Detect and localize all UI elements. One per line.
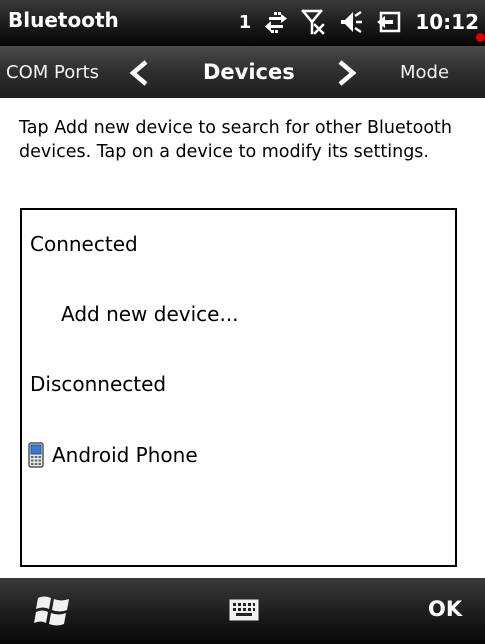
data-transfer-icon: [265, 12, 288, 33]
ok-button[interactable]: OK: [428, 597, 462, 621]
device-item[interactable]: Android Phone: [28, 442, 198, 468]
app-title: Bluetooth: [8, 8, 119, 32]
instructions-text: Tap Add new device to search for other B…: [19, 118, 452, 162]
connected-header: Connected: [30, 232, 138, 256]
signal-number: 1: [238, 11, 252, 33]
clock: 10:12: [415, 10, 479, 34]
tab-com-ports[interactable]: COM Ports: [6, 62, 99, 83]
volume-icon: [341, 10, 363, 34]
phone-icon: [28, 442, 44, 468]
tab-mode[interactable]: Mode: [400, 62, 449, 83]
no-signal-icon: [301, 9, 326, 35]
disconnected-header: Disconnected: [30, 372, 167, 396]
tab-navigation: COM Ports Devices Mode: [0, 46, 485, 98]
title-bar: Bluetooth 1 10:12: [0, 0, 485, 46]
tab-devices[interactable]: Devices: [203, 60, 295, 84]
device-list[interactable]: Connected Add new device... Disconnected…: [20, 208, 457, 567]
chevron-left-icon[interactable]: [128, 60, 150, 86]
keyboard-icon[interactable]: [229, 599, 259, 621]
content-area: Tap Add new device to search for other B…: [0, 98, 485, 578]
bottom-bar: OK: [0, 578, 485, 644]
status-icons: 1 10:12: [239, 6, 479, 38]
battery-charging-icon: [377, 11, 401, 33]
windows-start-icon[interactable]: [34, 594, 72, 628]
chevron-right-icon[interactable]: [336, 60, 358, 86]
device-name: Android Phone: [52, 443, 198, 467]
notification-dot: [476, 33, 485, 42]
add-new-device-item[interactable]: Add new device...: [61, 302, 239, 326]
